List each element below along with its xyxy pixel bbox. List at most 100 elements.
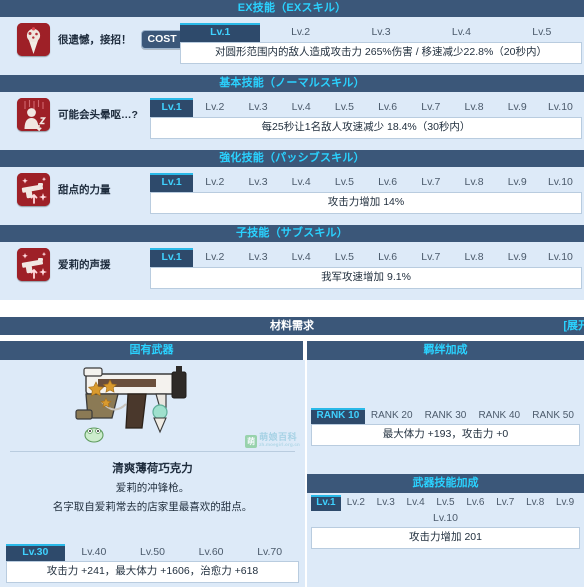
bond-weaponskill-gap — [307, 446, 584, 474]
level-tab-sub-1[interactable]: Lv.1 — [150, 248, 194, 267]
skill-row-normal: 可能会头晕呕…? Lv.1 Lv.2 Lv.3 Lv.4 Lv.5 Lv.6 L… — [0, 92, 584, 150]
skill-name-passive: 甜点的力量 — [58, 184, 111, 196]
section-title-sub: 子技能（サブスキル） — [236, 227, 348, 239]
weapon-panel-header: 固有武器 — [0, 341, 305, 360]
section-header-ex: EX技能（EXスキル） — [0, 0, 584, 17]
level-tab-sub-6[interactable]: Lv.6 — [366, 248, 409, 267]
weapon-skill-tab-7[interactable]: Lv.7 — [490, 495, 520, 511]
level-tab-ex-2[interactable]: Lv.2 — [260, 23, 340, 42]
level-tab-sub-4[interactable]: Lv.4 — [280, 248, 323, 267]
weapon-skill-tab-5[interactable]: Lv.5 — [431, 495, 461, 511]
watermark-url: zh.moegirl.org.cn — [259, 442, 300, 447]
weapon-artwork: 萌 萌娘百科 zh.moegirl.org.cn — [0, 364, 305, 449]
weapon-level-tab-60[interactable]: Lv.60 — [182, 544, 241, 561]
section-gap — [0, 300, 584, 317]
level-tab-sub-9[interactable]: Lv.9 — [496, 248, 539, 267]
weapon-skill-tab-9[interactable]: Lv.9 — [550, 495, 580, 511]
weapon-skill-tab-1[interactable]: Lv.1 — [311, 495, 341, 511]
bond-panel-header: 羁绊加成 — [307, 341, 584, 360]
level-tab-sub-5[interactable]: Lv.5 — [323, 248, 366, 267]
skill-row-ex: 很遗憾，接招！ COST 5 Lv.1 Lv.2 Lv.3 Lv.4 Lv.5 … — [0, 17, 584, 75]
bond-rank-tab-30[interactable]: RANK 30 — [419, 408, 473, 424]
level-tab-passive-5[interactable]: Lv.5 — [323, 173, 366, 192]
level-tab-normal-7[interactable]: Lv.7 — [409, 98, 452, 117]
bond-rank-tab-40[interactable]: RANK 40 — [472, 408, 526, 424]
level-tab-normal-3[interactable]: Lv.3 — [236, 98, 279, 117]
weapon-level-block: Lv.30 Lv.40 Lv.50 Lv.60 Lv.70 攻击力 +241，最… — [0, 544, 305, 583]
level-tabs-passive: Lv.1 Lv.2 Lv.3 Lv.4 Lv.5 Lv.6 Lv.7 Lv.8 … — [150, 173, 582, 192]
level-tab-normal-4[interactable]: Lv.4 — [280, 98, 323, 117]
weapon-skill-stats: 攻击力增加 201 — [311, 527, 580, 549]
level-tab-normal-2[interactable]: Lv.2 — [193, 98, 236, 117]
level-tab-passive-8[interactable]: Lv.8 — [452, 173, 495, 192]
weapon-skill-tab-3[interactable]: Lv.3 — [371, 495, 401, 511]
weapon-level-tab-70[interactable]: Lv.70 — [240, 544, 299, 561]
materials-expand-link[interactable]: [展开 — [563, 317, 584, 335]
level-tab-normal-9[interactable]: Lv.9 — [496, 98, 539, 117]
bond-panel-title: 羁绊加成 — [423, 344, 468, 356]
weapon-name: 清爽薄荷巧克力 — [112, 463, 193, 475]
weapon-skill-tab-10[interactable]: Lv.10 — [311, 511, 580, 527]
skill-row-passive: 甜点的力量 Lv.1 Lv.2 Lv.3 Lv.4 Lv.5 Lv.6 Lv.7… — [0, 167, 584, 225]
smg-weapon-image — [75, 366, 187, 443]
level-tab-passive-1[interactable]: Lv.1 — [150, 173, 194, 192]
bond-rank-tab-20[interactable]: RANK 20 — [365, 408, 419, 424]
weapon-skill-tab-2[interactable]: Lv.2 — [341, 495, 371, 511]
level-tab-sub-2[interactable]: Lv.2 — [193, 248, 236, 267]
site-watermark: 萌 萌娘百科 zh.moegirl.org.cn — [245, 433, 300, 449]
weapon-level-tab-30[interactable]: Lv.30 — [6, 544, 65, 561]
level-tab-sub-8[interactable]: Lv.8 — [452, 248, 495, 267]
bond-rank-tab-50[interactable]: RANK 50 — [526, 408, 580, 424]
level-tab-passive-2[interactable]: Lv.2 — [193, 173, 236, 192]
skill-name-normal: 可能会头晕呕…? — [58, 109, 138, 121]
level-tab-passive-7[interactable]: Lv.7 — [409, 173, 452, 192]
skill-name-sub: 爱莉的声援 — [58, 259, 111, 271]
bond-and-weapon-skill-panel: 羁绊加成 RANK 10 RANK 20 RANK 30 RANK 40 RAN… — [305, 341, 584, 587]
level-tab-ex-1[interactable]: Lv.1 — [180, 23, 261, 42]
level-tab-normal-8[interactable]: Lv.8 — [452, 98, 495, 117]
bottom-columns: 固有武器 萌 萌娘百科 zh.moegirl.org.cn 清爽薄荷巧克力 爱莉… — [0, 341, 584, 587]
skill-sub-right: Lv.1 Lv.2 Lv.3 Lv.4 Lv.5 Lv.6 Lv.7 Lv.8 … — [150, 248, 584, 289]
weapon-skill-block: Lv.1 Lv.2 Lv.3 Lv.4 Lv.5 Lv.6 Lv.7 Lv.8 … — [307, 495, 584, 549]
level-tab-ex-5[interactable]: Lv.5 — [502, 23, 582, 42]
weapon-level-tabs: Lv.30 Lv.40 Lv.50 Lv.60 Lv.70 — [6, 544, 299, 561]
weapon-level-tab-50[interactable]: Lv.50 — [123, 544, 182, 561]
level-tab-ex-3[interactable]: Lv.3 — [341, 23, 421, 42]
skill-description-passive: 攻击力增加 14% — [150, 192, 582, 214]
skill-passive-left: 甜点的力量 — [0, 173, 150, 206]
skill-ex-right: Lv.1 Lv.2 Lv.3 Lv.4 Lv.5 对圆形范围内的敌人造成攻击力 … — [180, 23, 584, 64]
section-title-normal: 基本技能（ノーマルスキル） — [219, 77, 365, 89]
bond-rank-tab-10[interactable]: RANK 10 — [311, 408, 365, 424]
level-tab-sub-10[interactable]: Lv.10 — [539, 248, 582, 267]
level-tabs-sub: Lv.1 Lv.2 Lv.3 Lv.4 Lv.5 Lv.6 Lv.7 Lv.8 … — [150, 248, 582, 267]
level-tab-passive-4[interactable]: Lv.4 — [280, 173, 323, 192]
sleep-debuff-icon — [17, 98, 50, 131]
weapon-level-tab-40[interactable]: Lv.40 — [65, 544, 124, 561]
skill-ex-left: 很遗憾，接招！ COST 5 — [0, 23, 193, 56]
level-tab-passive-6[interactable]: Lv.6 — [366, 173, 409, 192]
level-tab-sub-3[interactable]: Lv.3 — [236, 248, 279, 267]
section-header-passive: 強化技能（パッシブスキル） — [0, 150, 584, 167]
skill-name-ex: 很遗憾，接招！ — [58, 34, 132, 46]
level-tab-passive-9[interactable]: Lv.9 — [496, 173, 539, 192]
bond-rank-block: RANK 10 RANK 20 RANK 30 RANK 40 RANK 50 … — [307, 408, 584, 446]
materials-bar[interactable]: 材料需求 [展开 — [0, 317, 584, 335]
level-tab-passive-3[interactable]: Lv.3 — [236, 173, 279, 192]
weapon-skill-tab-8[interactable]: Lv.8 — [520, 495, 550, 511]
level-tab-ex-4[interactable]: Lv.4 — [421, 23, 501, 42]
section-header-sub: 子技能（サブスキル） — [0, 225, 584, 242]
ice-cream-icon — [17, 23, 50, 56]
bond-spacer — [307, 360, 584, 408]
weapon-skill-tab-6[interactable]: Lv.6 — [460, 495, 490, 511]
level-tab-normal-5[interactable]: Lv.5 — [323, 98, 366, 117]
level-tab-normal-1[interactable]: Lv.1 — [150, 98, 194, 117]
level-tabs-ex: Lv.1 Lv.2 Lv.3 Lv.4 Lv.5 — [180, 23, 582, 42]
weapon-skill-tab-4[interactable]: Lv.4 — [401, 495, 431, 511]
level-tab-passive-10[interactable]: Lv.10 — [539, 173, 582, 192]
bond-stats: 最大体力 +193，攻击力 +0 — [311, 424, 580, 446]
skill-passive-right: Lv.1 Lv.2 Lv.3 Lv.4 Lv.5 Lv.6 Lv.7 Lv.8 … — [150, 173, 584, 214]
level-tab-normal-10[interactable]: Lv.10 — [539, 98, 582, 117]
level-tab-normal-6[interactable]: Lv.6 — [366, 98, 409, 117]
weapon-skill-title: 武器技能加成 — [412, 477, 479, 489]
level-tab-sub-7[interactable]: Lv.7 — [409, 248, 452, 267]
